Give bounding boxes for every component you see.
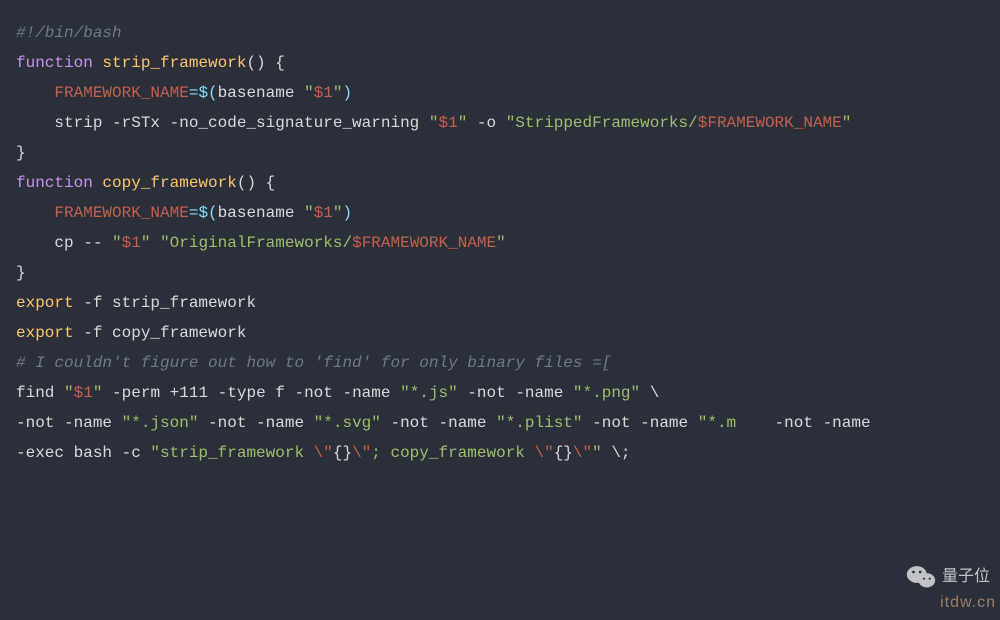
code-block: #!/bin/bash function strip_framework() {… — [16, 18, 984, 468]
find-line-1: find "$1" -perm +111 -type f -not -name … — [16, 378, 984, 408]
function-decl-copy: function copy_framework() { — [16, 168, 984, 198]
assign-framework-name-1: FRAMEWORK_NAME=$(basename "$1") — [16, 78, 984, 108]
footer-link: itdw.cn — [940, 588, 996, 618]
wechat-icon — [906, 564, 936, 590]
find-line-2: -not -name "*.json" -not -name "*.svg" -… — [16, 408, 984, 438]
comment-find: # I couldn't figure out how to 'find' fo… — [16, 348, 984, 378]
find-line-3: -exec bash -c "strip_framework \"{}\"; c… — [16, 438, 984, 468]
assign-framework-name-2: FRAMEWORK_NAME=$(basename "$1") — [16, 198, 984, 228]
close-brace-2: } — [16, 258, 984, 288]
function-decl-strip: function strip_framework() { — [16, 48, 984, 78]
export-strip: export -f strip_framework — [16, 288, 984, 318]
close-brace-1: } — [16, 138, 984, 168]
cp-cmd: cp -- "$1" "OriginalFrameworks/$FRAMEWOR… — [16, 228, 984, 258]
strip-cmd: strip -rSTx -no_code_signature_warning "… — [16, 108, 984, 138]
export-copy: export -f copy_framework — [16, 318, 984, 348]
shebang-comment: #!/bin/bash — [16, 18, 984, 48]
